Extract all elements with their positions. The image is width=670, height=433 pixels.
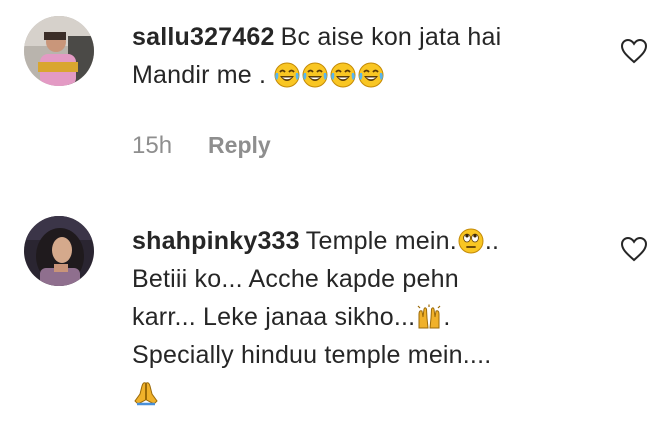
face-with-rolling-eyes-icon — [458, 228, 484, 254]
avatar[interactable] — [24, 16, 94, 86]
comment-text-segment: Temple mein. — [305, 227, 457, 255]
comment-username[interactable]: shahpinky333 — [132, 227, 300, 255]
comment-text-segment: . — [443, 303, 451, 331]
comment-timestamp[interactable]: 15h — [132, 132, 172, 160]
comment-text-line3: karr... Leke janaa sikho... — [132, 303, 416, 331]
face-with-tears-of-joy-icon — [274, 62, 300, 88]
avatar[interactable] — [24, 216, 94, 286]
comment-username[interactable]: sallu327462 — [132, 23, 275, 51]
comment-text-line2: Betiii ko... Acche kapde pehn — [132, 265, 459, 293]
face-with-tears-of-joy-icon — [358, 62, 384, 88]
comment-text: sallu327462 Bc aise kon jata hai Mandir m… — [132, 18, 572, 94]
comment-text-line4: Specially hinduu temple mein.... — [132, 341, 492, 369]
comment-text-segment: .. — [484, 227, 500, 255]
reply-button[interactable]: Reply — [208, 132, 271, 159]
heart-icon[interactable] — [620, 38, 648, 64]
comment-meta: 15h Reply — [132, 132, 271, 160]
face-with-tears-of-joy-icon — [330, 62, 356, 88]
face-with-tears-of-joy-icon — [302, 62, 328, 88]
comment-text-line1: Bc aise kon jata hai — [280, 23, 502, 51]
raising-hands-icon — [416, 304, 442, 330]
folded-hands-icon — [133, 380, 159, 406]
comment: shahpinky333 Temple mein. .. Betiii ko...… — [0, 200, 670, 433]
heart-icon[interactable] — [620, 236, 648, 262]
comment: sallu327462 Bc aise kon jata hai Mandir m… — [0, 0, 670, 200]
comment-text: shahpinky333 Temple mein. .. Betiii ko...… — [132, 222, 572, 412]
comment-text-line2: Mandir me . — [132, 61, 267, 89]
